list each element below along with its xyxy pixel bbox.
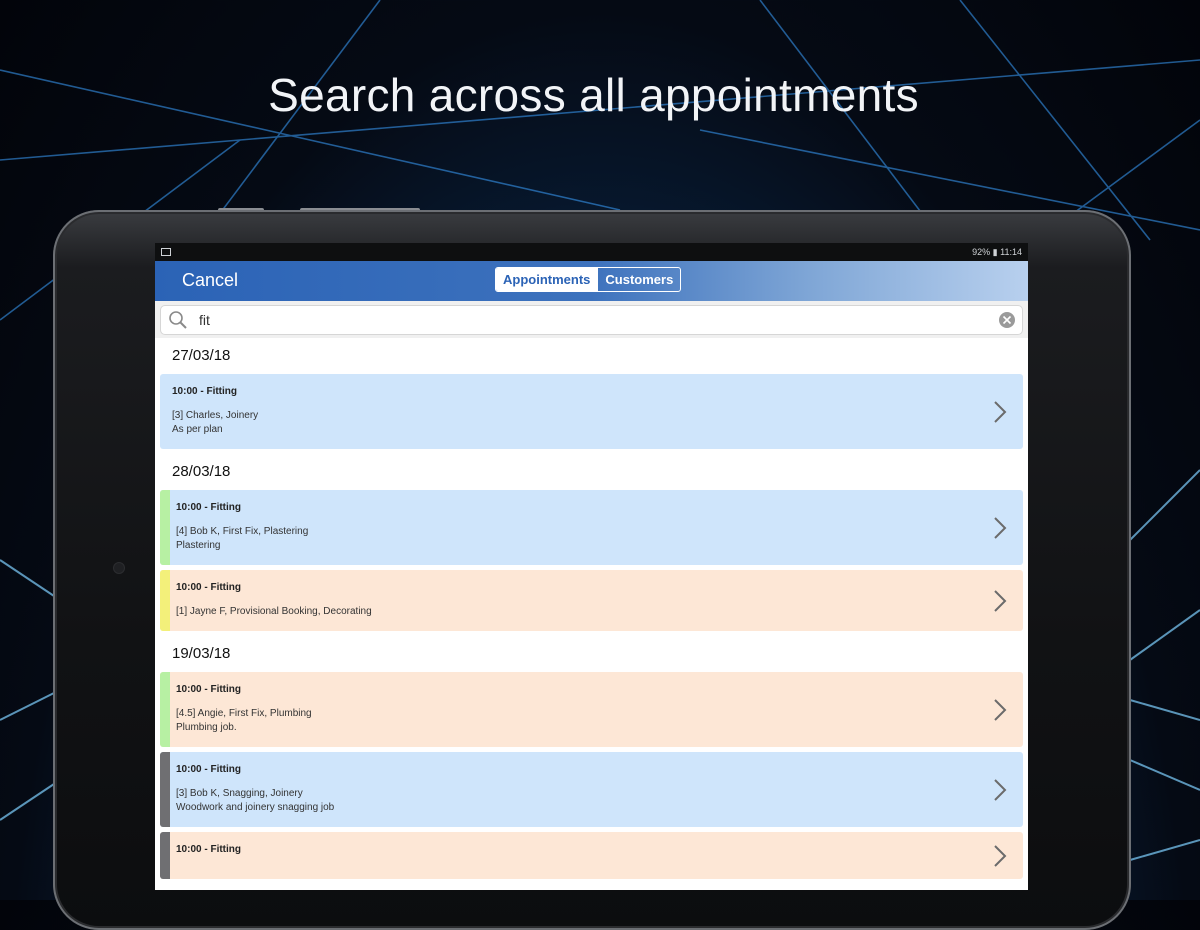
status-bar: 92% ▮ 11:14	[155, 243, 1028, 261]
cancel-button[interactable]: Cancel	[182, 270, 238, 291]
appointment-item[interactable]: 10:00 - Fitting [3] Charles, Joinery As …	[160, 374, 1023, 449]
chevron-right-icon	[994, 844, 1007, 867]
date-header: 19/03/18	[172, 645, 231, 662]
date-header: 27/03/18	[172, 347, 231, 364]
status-stripe	[160, 570, 170, 631]
appointment-details: [4.5] Angie, First Fix, Plumbing	[176, 708, 312, 719]
appointment-notes: Woodwork and joinery snagging job	[176, 802, 335, 813]
status-stripe	[160, 672, 170, 747]
appointment-details: [1] Jayne F, Provisional Booking, Decora…	[176, 606, 372, 617]
date-header: 28/03/18	[172, 463, 231, 480]
appointment-title: 10:00 - Fitting	[176, 764, 242, 775]
chevron-right-icon	[994, 698, 1007, 721]
appointment-title: 10:00 - Fitting	[176, 684, 242, 695]
search-bar-container	[155, 301, 1028, 338]
nav-bar: Cancel Appointments Customers	[155, 261, 1028, 301]
appointment-notes: Plumbing job.	[176, 722, 237, 733]
appointment-title: 10:00 - Fitting	[172, 386, 238, 397]
clear-icon[interactable]	[998, 311, 1016, 329]
appointment-title: 10:00 - Fitting	[176, 844, 242, 855]
tab-customers[interactable]: Customers	[597, 268, 680, 291]
notification-icon	[161, 248, 171, 256]
appointment-item[interactable]: 10:00 - Fitting	[160, 832, 1023, 879]
appointment-title: 10:00 - Fitting	[176, 502, 242, 513]
appointment-results-list: 27/03/18 10:00 - Fitting [3] Charles, Jo…	[155, 338, 1028, 879]
appointment-title: 10:00 - Fitting	[176, 582, 242, 593]
chevron-right-icon	[994, 589, 1007, 612]
tab-appointments[interactable]: Appointments	[496, 268, 598, 291]
status-stripe	[160, 490, 170, 565]
search-scope-segmented-control: Appointments Customers	[495, 267, 682, 292]
status-stripe	[160, 832, 170, 879]
chevron-right-icon	[994, 400, 1007, 423]
status-text: 92% ▮ 11:14	[972, 246, 1022, 257]
camera-icon	[114, 563, 124, 573]
status-right: 92% ▮ 11:14	[972, 247, 1022, 258]
appointment-item[interactable]: 10:00 - Fitting [4.5] Angie, First Fix, …	[160, 672, 1023, 747]
appointment-item[interactable]: 10:00 - Fitting [1] Jayne F, Provisional…	[160, 570, 1023, 631]
appointment-notes: As per plan	[172, 424, 223, 435]
search-icon	[169, 311, 187, 329]
chevron-right-icon	[994, 778, 1007, 801]
appointment-details: [4] Bob K, First Fix, Plastering	[176, 526, 309, 537]
appointment-notes: Plastering	[176, 540, 221, 551]
appointment-item[interactable]: 10:00 - Fitting [4] Bob K, First Fix, Pl…	[160, 490, 1023, 565]
tablet-screen: 92% ▮ 11:14 Cancel Appointments Customer…	[155, 243, 1028, 890]
search-input[interactable]	[197, 311, 998, 329]
search-bar	[160, 305, 1023, 335]
chevron-right-icon	[994, 516, 1007, 539]
status-stripe	[160, 752, 170, 827]
appointment-details: [3] Bob K, Snagging, Joinery	[176, 788, 303, 799]
appointment-details: [3] Charles, Joinery	[172, 410, 259, 421]
promo-headline: Search across all appointments	[268, 69, 919, 121]
appointment-item[interactable]: 10:00 - Fitting [3] Bob K, Snagging, Joi…	[160, 752, 1023, 827]
